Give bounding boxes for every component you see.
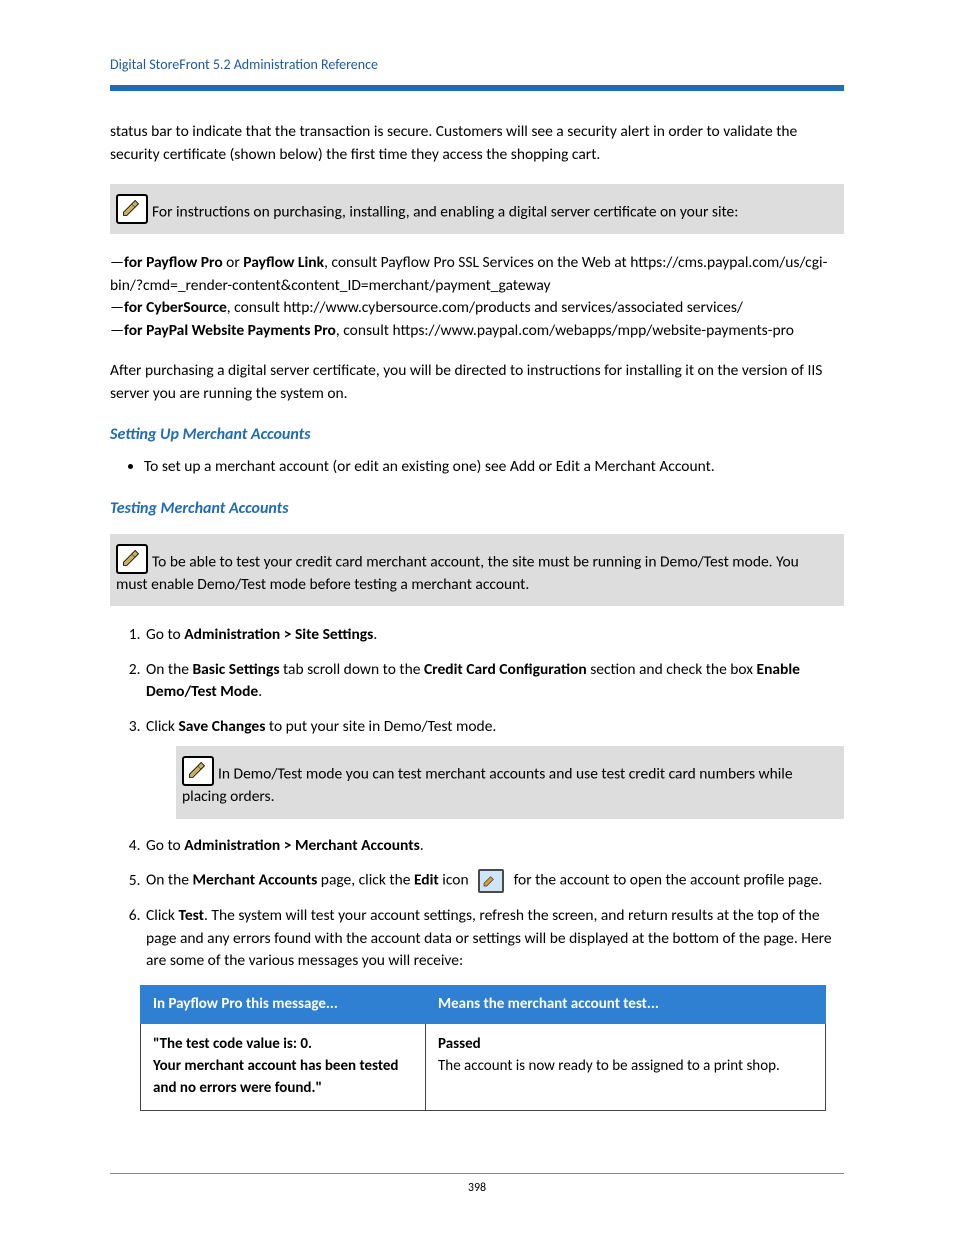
heading-testing-merchant: Testing Merchant Accounts (110, 497, 844, 520)
step-5: On the Merchant Accounts page, click the… (144, 869, 844, 893)
table-header-message: In Payflow Pro this message... (141, 985, 426, 1024)
cert-options: —for Payflow Pro or Payflow Link, consul… (110, 252, 844, 342)
pencil-icon (116, 544, 148, 574)
pencil-icon (182, 756, 214, 786)
note-demo-test-orders: In Demo/Test mode you can test merchant … (176, 746, 844, 818)
pencil-icon (116, 194, 148, 224)
setup-bullet-item: To set up a merchant account (or edit an… (144, 456, 844, 478)
testing-steps: Go to Administration > Site Settings. On… (110, 624, 844, 972)
intro-paragraph: status bar to indicate that the transact… (110, 121, 844, 166)
step-2: On the Basic Settings tab scroll down to… (144, 659, 844, 704)
table-cell-message: "The test code value is: 0. Your merchan… (141, 1024, 426, 1110)
table-header-meaning: Means the merchant account test... (426, 985, 826, 1024)
heading-setup-merchant: Setting Up Merchant Accounts (110, 423, 844, 446)
table-cell-meaning: Passed The account is now ready to be as… (426, 1024, 826, 1110)
table-row: "The test code value is: 0. Your merchan… (141, 1024, 826, 1110)
payflow-link-label: Payflow Link (243, 253, 324, 272)
note-text: For instructions on purchasing, installi… (152, 203, 738, 222)
step-3: Click Save Changes to put your site in D… (144, 716, 844, 819)
page-number: 398 (110, 1173, 844, 1197)
note-text: To be able to test your credit card merc… (116, 552, 799, 593)
setup-bullet-list: To set up a merchant account (or edit an… (110, 456, 844, 478)
paypal-wpp-label: for PayPal Website Payments Pro (124, 321, 336, 340)
step-1: Go to Administration > Site Settings. (144, 624, 844, 646)
edit-icon (478, 869, 504, 893)
page-header: Digital StoreFront 5.2 Administration Re… (110, 55, 844, 79)
note-certificate-instructions: For instructions on purchasing, installi… (110, 184, 844, 234)
header-rule (110, 85, 844, 91)
step-6: Click Test. The system will test your ac… (144, 905, 844, 972)
note-demo-mode: To be able to test your credit card merc… (110, 534, 844, 606)
step-4: Go to Administration > Merchant Accounts… (144, 835, 844, 857)
note-text: In Demo/Test mode you can test merchant … (182, 765, 793, 806)
after-cert-paragraph: After purchasing a digital server certif… (110, 360, 844, 405)
document-page: Digital StoreFront 5.2 Administration Re… (0, 0, 954, 1235)
cybersource-label: for CyberSource (124, 298, 227, 317)
payflow-messages-table: In Payflow Pro this message... Means the… (140, 985, 826, 1111)
payflow-pro-label: for Payflow Pro (124, 253, 223, 272)
